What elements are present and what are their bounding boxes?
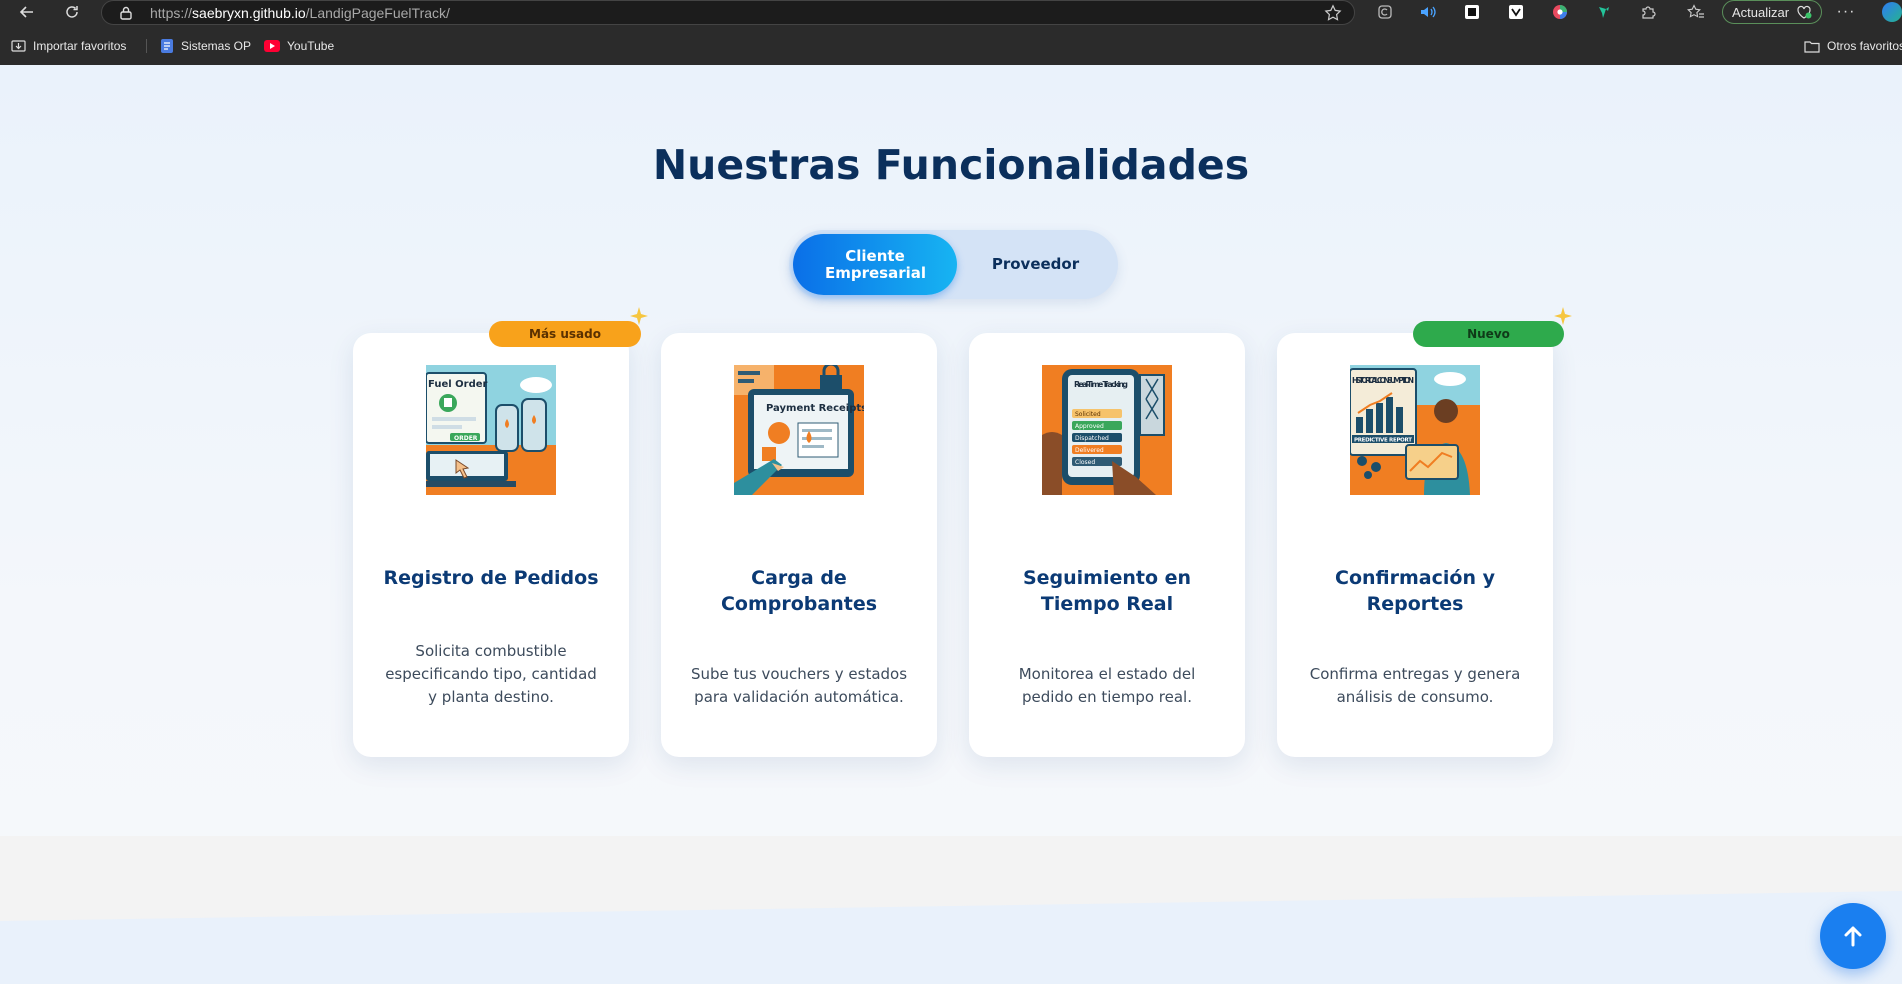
- favorite-star-icon[interactable]: [1324, 4, 1342, 22]
- doc-icon: [161, 39, 173, 53]
- sparkle-icon: [1554, 307, 1572, 325]
- section-title: Nuestras Funcionalidades: [652, 141, 1250, 189]
- profile-avatar[interactable]: [1882, 2, 1902, 22]
- bookmark-import[interactable]: Importar favoritos: [11, 36, 126, 56]
- new-badge: Nuevo: [1413, 321, 1564, 347]
- bookmark-other-folder[interactable]: Otros favoritos: [1804, 36, 1902, 56]
- features-section: Nuestras Funcionalidades Cliente Empresa…: [0, 65, 1902, 984]
- toggle-label: Proveedor: [991, 255, 1080, 273]
- import-icon: [11, 40, 26, 52]
- card-description: Monitorea el estado del pedido en tiempo…: [1018, 665, 1196, 706]
- image-text: Delivered: [1075, 447, 1104, 454]
- image-text: Closed: [1075, 459, 1095, 466]
- image-text: PREDICTIVE REPORT: [1354, 438, 1412, 444]
- most-used-badge: Más usado: [489, 321, 641, 347]
- url-text: https://saebryxn.github.io/LandigPageFue…: [150, 5, 450, 21]
- payment-receipts-illustration: Payment Receipts: [734, 365, 864, 495]
- bookmark-label: YouTube: [287, 39, 335, 53]
- extension-reader-icon[interactable]: [1375, 2, 1395, 22]
- card-title: Confirmación y Reportes: [1335, 567, 1495, 615]
- extension-bird-icon[interactable]: [1594, 2, 1614, 22]
- browser-toolbar: https://saebryxn.github.io/LandigPageFue…: [0, 0, 1902, 25]
- image-text: Real-Time Tracking: [1074, 380, 1128, 389]
- bookmark-label: Otros favoritos: [1827, 39, 1902, 53]
- image-text: Dispatched: [1075, 435, 1109, 442]
- scroll-to-top-button[interactable]: [1820, 903, 1886, 969]
- feature-card-comprobantes[interactable]: Payment Receipts Carga de Comprobantes S…: [661, 333, 937, 757]
- image-text: HISTORICAL CONSUMPTION: [1352, 376, 1414, 385]
- heart-pulse-icon: [1797, 5, 1812, 19]
- youtube-icon: [264, 40, 280, 52]
- bookmark-sistemas-op[interactable]: Sistemas OP: [160, 36, 251, 56]
- toggle-label: Cliente Empresarial: [825, 246, 927, 282]
- bookmark-youtube[interactable]: YouTube: [264, 36, 334, 56]
- browser-chrome: https://saebryxn.github.io/LandigPageFue…: [0, 0, 1902, 65]
- update-label: Actualizar: [1732, 4, 1790, 20]
- lock-icon: [120, 6, 132, 20]
- bookmark-separator: [146, 39, 147, 53]
- arrow-left-icon: [19, 6, 33, 18]
- card-title: Carga de Comprobantes: [720, 567, 878, 615]
- extension-color-icon[interactable]: [1550, 2, 1570, 22]
- image-text: ORDER: [454, 435, 478, 442]
- bookmark-label: Sistemas OP: [181, 39, 252, 53]
- feature-card-registro[interactable]: Fuel Order ORDER Registro de Pedidos Sol…: [353, 333, 629, 757]
- card-title: Seguimiento en Tiempo Real: [1022, 567, 1192, 615]
- card-description: Solicita combustible especificando tipo,…: [385, 642, 597, 706]
- extensions-puzzle-icon[interactable]: [1638, 2, 1658, 22]
- feature-card-reportes[interactable]: HISTORICAL CONSUMPTION PREDICTIVE REPORT: [1277, 333, 1553, 757]
- extension-capture-icon[interactable]: [1462, 2, 1482, 22]
- extension-shield-icon[interactable]: [1506, 2, 1526, 22]
- favorites-icon[interactable]: [1686, 2, 1706, 22]
- image-text: Solicited: [1075, 411, 1101, 418]
- image-text: Approved: [1075, 423, 1104, 430]
- image-text: Fuel Order: [428, 379, 488, 390]
- sparkle-icon: [630, 307, 648, 325]
- update-browser-button[interactable]: Actualizar: [1722, 0, 1822, 24]
- bookmark-label: Importar favoritos: [33, 39, 127, 53]
- card-description: Confirma entregas y genera análisis de c…: [1309, 665, 1521, 706]
- real-time-tracking-illustration: Real-Time Tracking Solicited Approved Di…: [1042, 365, 1172, 495]
- historical-consumption-illustration: HISTORICAL CONSUMPTION PREDICTIVE REPORT: [1350, 365, 1480, 495]
- back-button[interactable]: [16, 1, 38, 23]
- image-text: Payment Receipts: [766, 403, 864, 414]
- folder-icon: [1804, 40, 1820, 53]
- fuel-order-illustration: Fuel Order ORDER: [426, 365, 556, 495]
- card-title: Registro de Pedidos: [383, 567, 599, 589]
- card-description: Sube tus vouchers y estados para validac…: [690, 665, 908, 706]
- feature-card-seguimiento[interactable]: Real-Time Tracking Solicited Approved Di…: [969, 333, 1245, 757]
- url-path: /LandigPageFuelTrack/: [305, 5, 450, 21]
- bookmarks-bar: Importar favoritos Sistemas OP YouTube O…: [0, 34, 1902, 58]
- decorative-wave: [0, 891, 1902, 984]
- reload-button[interactable]: [61, 1, 83, 23]
- reload-icon: [66, 6, 78, 18]
- arrow-up-icon: [1844, 926, 1862, 947]
- url-host: saebryxn.github.io: [192, 5, 306, 21]
- more-options-icon[interactable]: ···: [1834, 0, 1858, 24]
- url-scheme: https://: [150, 5, 193, 21]
- toggle-proveedor[interactable]: Proveedor: [957, 234, 1114, 295]
- read-aloud-icon[interactable]: [1418, 2, 1438, 22]
- role-toggle: Cliente Empresarial Proveedor: [789, 230, 1118, 299]
- address-bar[interactable]: https://saebryxn.github.io/LandigPageFue…: [101, 0, 1355, 25]
- toggle-cliente-empresarial[interactable]: Cliente Empresarial: [793, 234, 957, 295]
